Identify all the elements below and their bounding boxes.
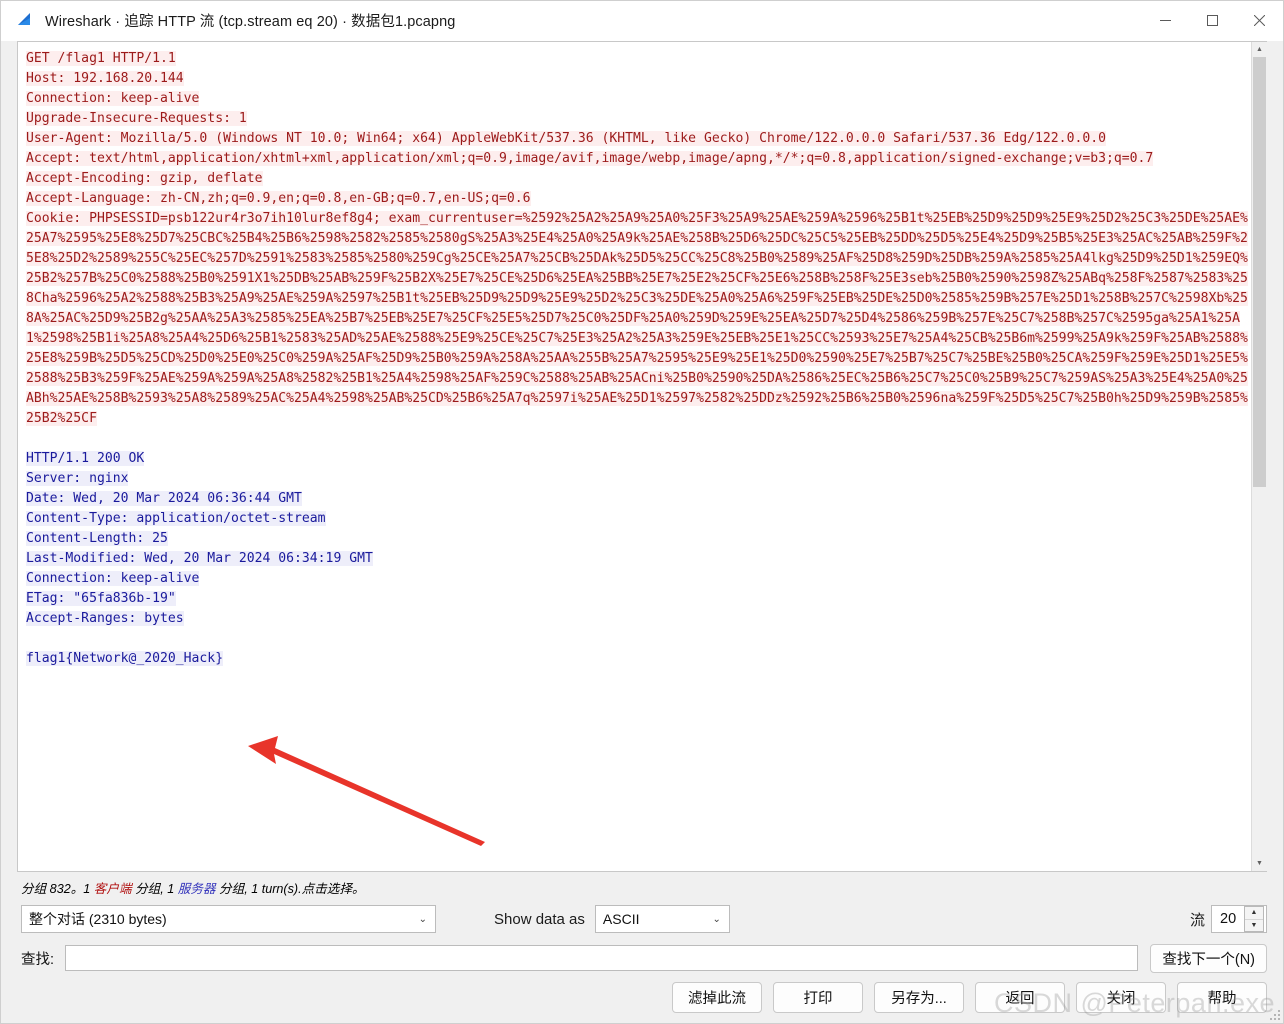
status-client-label: 客户端 xyxy=(93,882,132,896)
show-data-as-select[interactable]: ASCII ⌄ xyxy=(594,905,730,933)
status-middle: 分组, 1 xyxy=(131,882,178,896)
packet-status-line: 分组 832。1 客户端 分组, 1 服务器 分组, 1 turn(s).点击选… xyxy=(17,872,1267,900)
request-line: Host: 192.168.20.144 xyxy=(26,71,184,86)
status-prefix: 分组 832。1 xyxy=(21,882,94,896)
help-button[interactable]: 帮助 xyxy=(1177,982,1267,1013)
dialog-body: GET /flag1 HTTP/1.1 Host: 192.168.20.144 C… xyxy=(17,41,1267,978)
stepper-down-icon[interactable]: ▼ xyxy=(1245,920,1263,932)
response-line: Content-Length: 25 xyxy=(26,531,168,546)
window-title: Wireshark · 追踪 HTTP 流 (tcp.stream eq 20)… xyxy=(45,14,456,30)
filter-out-stream-button[interactable]: 滤掉此流 xyxy=(672,982,762,1013)
controls-row: 整个对话 (2310 bytes) ⌄ Show data as ASCII ⌄… xyxy=(17,900,1267,940)
request-line: GET /flag1 HTTP/1.1 xyxy=(26,51,176,66)
response-body-flag: flag1{Network@_2020_Hack} xyxy=(26,651,224,666)
response-line: ETag: "65fa836b-19" xyxy=(26,591,176,606)
scroll-down-arrow[interactable]: ▼ xyxy=(1252,856,1267,871)
stream-text: GET /flag1 HTTP/1.1 Host: 192.168.20.144 C… xyxy=(18,42,1251,871)
request-line: User-Agent: Mozilla/5.0 (Windows NT 10.0… xyxy=(26,131,1106,146)
request-line: Accept-Language: zh-CN,zh;q=0.9,en;q=0.8… xyxy=(26,191,531,206)
scrollbar-thumb[interactable] xyxy=(1253,57,1266,487)
minimize-button[interactable] xyxy=(1142,1,1189,40)
wireshark-fin-icon xyxy=(17,12,35,30)
data-as-value: ASCII xyxy=(602,911,640,927)
save-as-button[interactable]: 另存为... xyxy=(874,982,964,1013)
stream-number-value: 20 xyxy=(1220,911,1237,927)
find-input[interactable] xyxy=(65,945,1139,971)
trace-http-stream-window: Wireshark · 追踪 HTTP 流 (tcp.stream eq 20)… xyxy=(0,0,1284,1024)
back-button[interactable]: 返回 xyxy=(975,982,1065,1013)
response-line: Server: nginx xyxy=(26,471,129,486)
resize-grip[interactable] xyxy=(1270,1010,1280,1020)
request-line: Accept: text/html,application/xhtml+xml,… xyxy=(26,151,1154,166)
dialog-button-row: 滤掉此流 打印 另存为... 返回 关闭 帮助 xyxy=(1,978,1283,1023)
chevron-down-icon: ⌄ xyxy=(418,913,427,925)
conversation-select[interactable]: 整个对话 (2310 bytes) ⌄ xyxy=(21,905,436,933)
status-suffix: 分组, 1 turn(s).点击选择。 xyxy=(215,882,365,896)
request-line: Cookie: PHPSESSID=psb122ur4r3o7ih10lur8e… xyxy=(26,211,1248,426)
stream-label: 流 xyxy=(1189,911,1205,929)
show-data-as-label: Show data as xyxy=(494,910,585,928)
find-next-button[interactable]: 查找下一个(N) xyxy=(1150,943,1267,973)
window-controls xyxy=(1142,1,1283,40)
find-row: 查找: 查找下一个(N) xyxy=(17,940,1267,978)
title-bar: Wireshark · 追踪 HTTP 流 (tcp.stream eq 20)… xyxy=(1,1,1283,41)
close-button[interactable]: 关闭 xyxy=(1076,982,1166,1013)
stream-number-stepper[interactable]: 20 ▲ ▼ xyxy=(1211,905,1267,933)
status-server-label: 服务器 xyxy=(177,882,216,896)
response-line: Connection: keep-alive xyxy=(26,571,200,586)
stepper-up-icon[interactable]: ▲ xyxy=(1245,907,1263,920)
vertical-scrollbar[interactable]: ▲ ▼ xyxy=(1251,42,1267,871)
response-line: Date: Wed, 20 Mar 2024 06:36:44 GMT xyxy=(26,491,302,506)
stepper-buttons[interactable]: ▲ ▼ xyxy=(1244,906,1264,932)
maximize-button[interactable] xyxy=(1189,1,1236,40)
request-line: Upgrade-Insecure-Requests: 1 xyxy=(26,111,247,126)
response-line: Content-Type: application/octet-stream xyxy=(26,511,326,526)
request-line: Accept-Encoding: gzip, deflate xyxy=(26,171,263,186)
stream-content-panel[interactable]: GET /flag1 HTTP/1.1 Host: 192.168.20.144 C… xyxy=(17,41,1267,872)
request-line: Connection: keep-alive xyxy=(26,91,200,106)
print-button[interactable]: 打印 xyxy=(773,982,863,1013)
find-label: 查找: xyxy=(21,951,55,968)
response-line: HTTP/1.1 200 OK xyxy=(26,451,145,466)
close-button[interactable] xyxy=(1236,1,1283,40)
conversation-value: 整个对话 (2310 bytes) xyxy=(29,911,167,927)
chevron-down-icon: ⌄ xyxy=(712,913,721,925)
response-line: Last-Modified: Wed, 20 Mar 2024 06:34:19… xyxy=(26,551,373,566)
scroll-up-arrow[interactable]: ▲ xyxy=(1252,42,1267,57)
response-line: Accept-Ranges: bytes xyxy=(26,611,184,626)
stream-number-group: 流 20 ▲ ▼ xyxy=(1190,905,1267,933)
